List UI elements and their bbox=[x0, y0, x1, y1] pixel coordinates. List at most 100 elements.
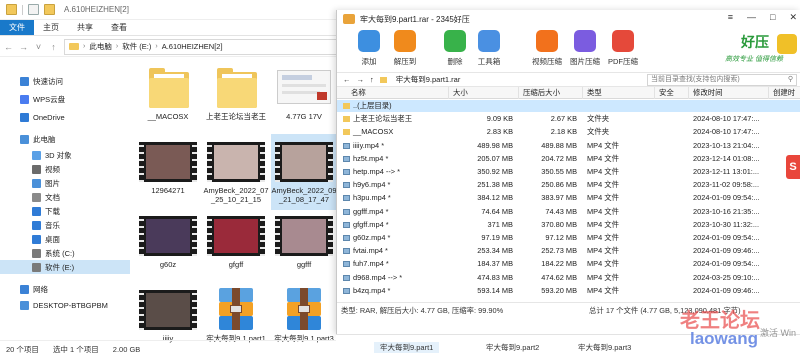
strip-file-item[interactable]: 牢大每到9.part3 bbox=[572, 342, 637, 353]
up-arrow-icon[interactable]: ↑ bbox=[49, 42, 58, 52]
nav-item-network[interactable]: 网络 bbox=[0, 282, 130, 296]
tab-home[interactable]: 主页 bbox=[34, 20, 68, 35]
breadcrumb-folder[interactable]: A.610HEIZHEN[2] bbox=[162, 42, 223, 51]
video-thumbnail bbox=[139, 290, 197, 330]
toolbar-button-toolbox[interactable]: 工具箱 bbox=[469, 30, 509, 70]
cell-mtime: 2023-10-16 21:35:... bbox=[693, 206, 760, 216]
table-row[interactable]: g60z.mp4 * 97.19 MB 97.12 MB MP4 文件 2024-01-… bbox=[337, 232, 800, 244]
chevron-down-icon[interactable]: ˅ bbox=[34, 42, 43, 52]
file-tile[interactable]: 12964271 bbox=[135, 134, 201, 210]
table-row[interactable]: hetp.mp4 --> * 350.92 MB 350.55 MB MP4 文件 20… bbox=[337, 166, 800, 178]
nav-item-drive[interactable]: 系统 (C:) bbox=[0, 246, 130, 260]
table-row[interactable]: fvtai.mp4 * 253.34 MB 252.73 MB MP4 文件 2024-… bbox=[337, 245, 800, 257]
forward-arrow-icon[interactable]: → bbox=[19, 42, 28, 52]
table-row[interactable]: b4zq.mp4 * 593.14 MB 593.20 MB MP4 文件 2024-0… bbox=[337, 285, 800, 297]
file-tile[interactable]: g60z bbox=[135, 208, 201, 284]
menu-icon[interactable]: ≡ bbox=[728, 12, 733, 23]
file-tile[interactable]: 4.77G 17V bbox=[271, 60, 337, 136]
nav-item-pictures[interactable]: 图片 bbox=[0, 176, 130, 190]
video-thumbnail bbox=[207, 216, 265, 256]
column-header[interactable]: 安全 bbox=[655, 87, 689, 100]
cell-mtime: 2024-01-09 09:54:... bbox=[693, 233, 760, 242]
nav-item-desktop[interactable]: 桌面 bbox=[0, 232, 130, 246]
selected-size: 2.00 GB bbox=[112, 345, 141, 354]
table-row[interactable]: fuh7.mp4 * 184.37 MB 184.22 MB MP4 文件 2024-0… bbox=[337, 258, 800, 270]
video-file-icon bbox=[343, 169, 350, 175]
table-row[interactable]: gfgff.mp4 * 371 MB 370.80 MB MP4 文件 2023-10-… bbox=[337, 219, 800, 231]
column-header[interactable]: 类型 bbox=[583, 87, 655, 100]
nav-item-download[interactable]: 下载 bbox=[0, 204, 130, 218]
table-row[interactable]: hz5t.mp4 * 205.07 MB 204.72 MB MP4 文件 2023-1… bbox=[337, 153, 800, 165]
cell-type: MP4 文件 bbox=[587, 193, 620, 203]
tab-file[interactable]: 文件 bbox=[0, 20, 34, 35]
cell-packed: 252.73 MB bbox=[541, 246, 577, 256]
tab-view[interactable]: 查看 bbox=[102, 20, 136, 35]
nav-item-music[interactable]: 音乐 bbox=[0, 218, 130, 232]
maximize-icon[interactable]: □ bbox=[770, 12, 775, 23]
file-name: ..(上层目录) bbox=[353, 101, 392, 110]
side-float-button[interactable]: S bbox=[786, 155, 800, 179]
forward-arrow-icon[interactable]: → bbox=[357, 75, 365, 84]
file-tile[interactable]: ggfff bbox=[271, 208, 337, 284]
table-row[interactable]: 上老王论坛当老王 9.09 KB 2.67 KB 文件夹 2024-08-10 17:4… bbox=[337, 113, 800, 125]
table-row[interactable]: h9y6.mp4 * 251.38 MB 250.86 MB MP4 文件 2023-1… bbox=[337, 179, 800, 191]
file-grid: __MACOSX 上老王论坛当老王 4.77G 17V 12964271 AmyBeck… bbox=[133, 60, 340, 343]
table-row[interactable]: h3pu.mp4 * 384.12 MB 383.97 MB MP4 文件 2024-0… bbox=[337, 192, 800, 204]
new-folder-icon[interactable] bbox=[44, 4, 55, 15]
nav-item-video[interactable]: 视频 bbox=[0, 162, 130, 176]
column-header[interactable]: 大小 bbox=[449, 87, 519, 100]
nav-item-label: OneDrive bbox=[33, 112, 65, 122]
nav-item-computer[interactable]: 此电脑 bbox=[0, 132, 130, 146]
file-tile[interactable]: 上老王论坛当老王 bbox=[203, 60, 269, 136]
file-name-cell: __MACOSX bbox=[343, 126, 449, 138]
archive-search-input[interactable]: 当前目录查找(支持包内搜索) ⚲ bbox=[647, 74, 797, 86]
tab-share[interactable]: 共享 bbox=[68, 20, 102, 35]
back-arrow-icon[interactable]: ← bbox=[343, 75, 351, 84]
cell-type: MP4 文件 bbox=[587, 206, 620, 216]
address-bar[interactable]: › 此电脑 › 软件 (E:) › A.610HEIZHEN[2] bbox=[64, 38, 338, 55]
table-row[interactable]: __MACOSX 2.83 KB 2.18 KB 文件夹 2024-08-10 17:4… bbox=[337, 126, 800, 138]
brand-tagline: 高效专业 值得信赖 bbox=[725, 56, 783, 63]
breadcrumb-this-pc[interactable]: 此电脑 bbox=[89, 41, 112, 52]
file-tile[interactable]: __MACOSX bbox=[135, 60, 201, 136]
column-header[interactable]: 压缩后大小 bbox=[519, 87, 583, 100]
table-row[interactable]: iiiiy.mp4 * 489.98 MB 489.88 MB MP4 文件 2023-… bbox=[337, 140, 800, 152]
nav-item-pc[interactable]: DESKTOP-BTBGPBM bbox=[0, 298, 130, 312]
item-count: 20 个项目 bbox=[6, 345, 39, 354]
cell-size: 593.14 MB bbox=[477, 285, 513, 295]
column-header[interactable]: 修改时间 bbox=[689, 87, 769, 100]
table-row[interactable]: ..(上层目录) bbox=[337, 100, 800, 113]
nav-item-onedrive[interactable]: OneDrive bbox=[0, 110, 130, 124]
properties-icon[interactable] bbox=[28, 4, 39, 15]
cell-mtime: 2023-10-13 21:04:... bbox=[693, 140, 760, 150]
up-arrow-icon[interactable]: ↑ bbox=[370, 75, 374, 84]
network-icon bbox=[20, 284, 29, 294]
cell-mtime: 2024-01-09 09:46:... bbox=[693, 285, 760, 295]
minimize-icon[interactable]: — bbox=[747, 12, 756, 23]
strip-file-item[interactable]: 牢大每到9.part2 bbox=[480, 342, 545, 353]
file-tile[interactable]: AmyBeck_2022_09_21_08_17_47 bbox=[271, 134, 337, 210]
documents-icon bbox=[32, 192, 41, 202]
video-file-icon bbox=[343, 182, 350, 189]
file-tile[interactable]: AmyBeck_2022_07_25_10_21_15 bbox=[203, 134, 269, 210]
search-icon[interactable]: ⚲ bbox=[788, 75, 793, 85]
back-arrow-icon[interactable]: ← bbox=[4, 42, 13, 52]
nav-item-drive[interactable]: 软件 (E:) bbox=[0, 260, 130, 274]
nav-item-documents[interactable]: 文档 bbox=[0, 190, 130, 204]
video-icon bbox=[32, 164, 41, 174]
column-header[interactable]: 名称 bbox=[337, 87, 449, 100]
nav-item-star[interactable]: 快速访问 bbox=[0, 74, 130, 88]
strip-file-item[interactable]: 牢大每到9.part1 bbox=[374, 342, 440, 353]
table-row[interactable]: ggfff.mp4 * 74.64 MB 74.43 MB MP4 文件 2023-10… bbox=[337, 206, 800, 218]
archive-path[interactable]: 牢大每到9.part1.rar bbox=[396, 74, 461, 85]
column-header[interactable]: 创建时 bbox=[769, 87, 800, 99]
video-thumbnail bbox=[275, 216, 333, 256]
file-tile[interactable]: gfgff bbox=[203, 208, 269, 284]
nav-item-cube[interactable]: 3D 对象 bbox=[0, 148, 130, 162]
breadcrumb-drive[interactable]: 软件 (E:) bbox=[122, 41, 151, 52]
table-row[interactable]: d968.mp4 --> * 474.83 MB 474.62 MB MP4 文件 20… bbox=[337, 272, 800, 284]
close-icon[interactable]: ✕ bbox=[789, 12, 797, 23]
toolbar-button-pdf-compress[interactable]: PDF压缩 bbox=[603, 30, 643, 70]
nav-item-cloud[interactable]: WPS云盘 bbox=[0, 92, 130, 106]
toolbar-button-extract[interactable]: 解压到 bbox=[385, 30, 425, 70]
